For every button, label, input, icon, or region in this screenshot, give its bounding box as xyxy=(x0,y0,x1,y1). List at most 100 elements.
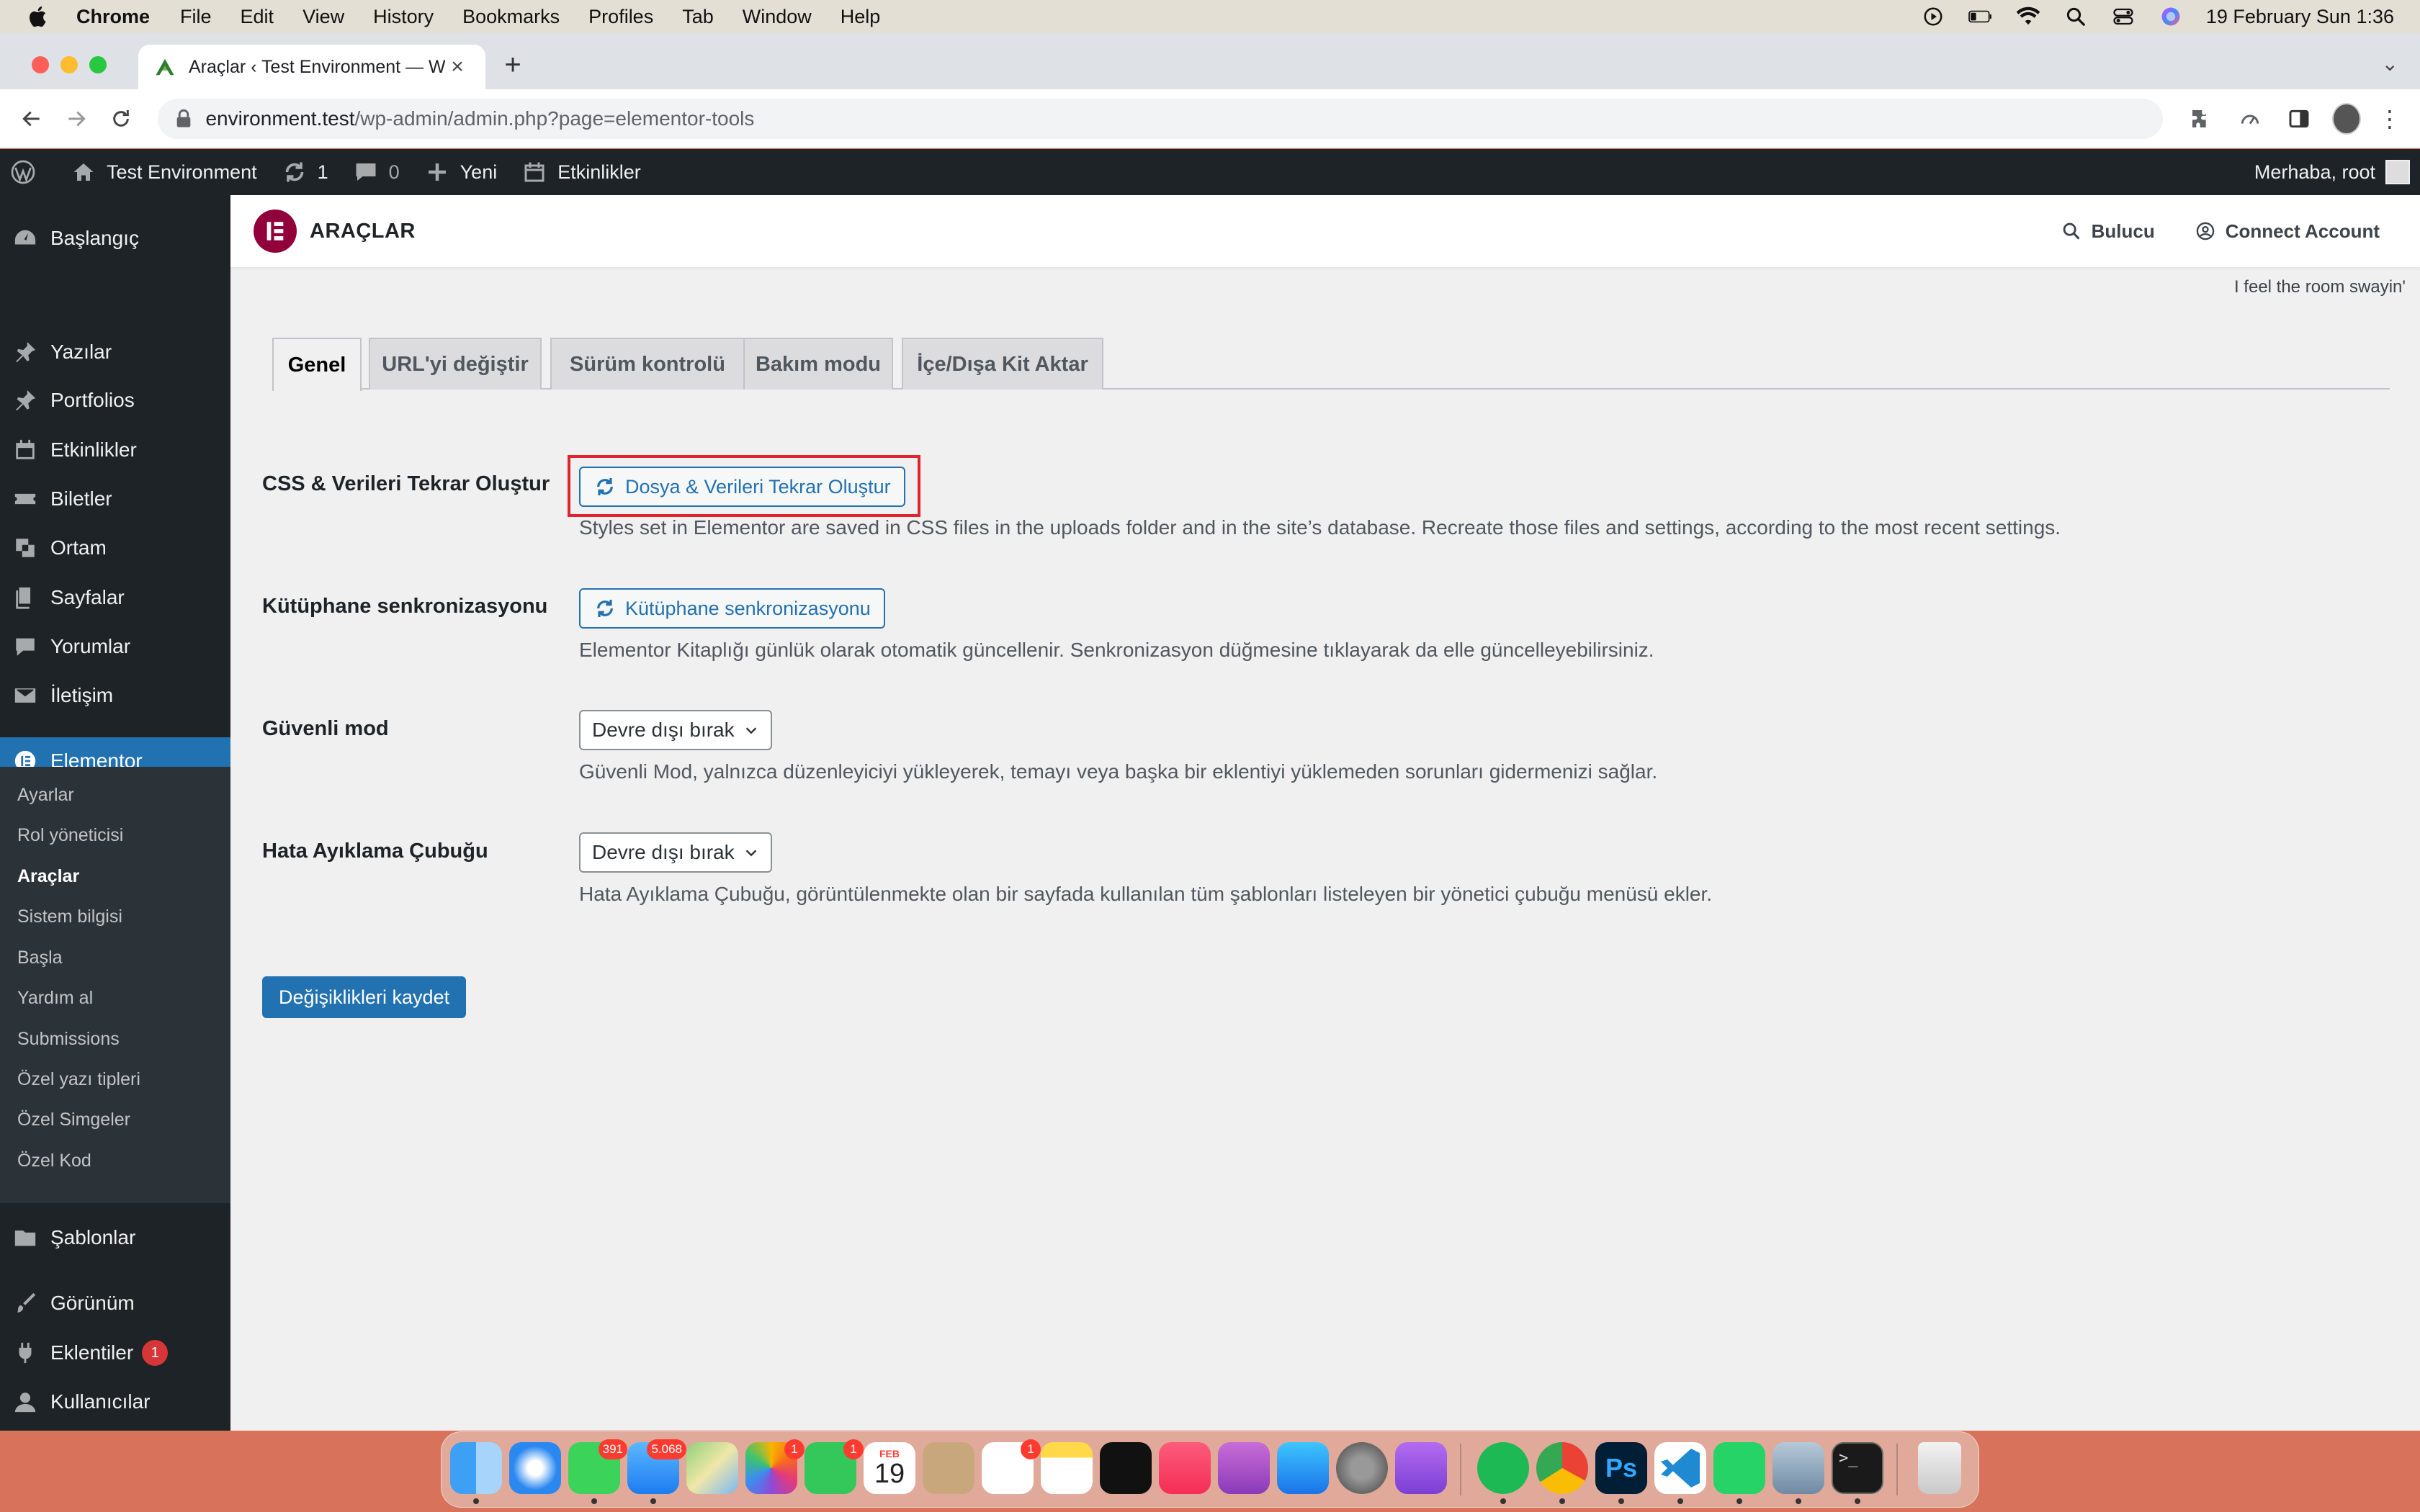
menu-view[interactable]: View xyxy=(302,6,344,28)
lock-icon[interactable] xyxy=(175,109,192,129)
menu-tab[interactable]: Tab xyxy=(682,6,714,28)
new-tab-button[interactable]: + xyxy=(498,49,527,81)
sidebar-item-comments[interactable]: Yorumlar xyxy=(0,625,230,668)
app-store-app-icon[interactable] xyxy=(1277,1442,1329,1494)
tab-search-chevron-icon[interactable]: ⌄ xyxy=(2382,52,2398,76)
browser-tab-active[interactable]: Araçlar ‹ Test Environment — W × xyxy=(138,45,485,89)
comments-menu[interactable]: 0 xyxy=(353,159,400,185)
submenu-custom-code[interactable]: Özel Kod xyxy=(17,1151,91,1171)
connect-account-button[interactable]: Connect Account xyxy=(2195,220,2380,243)
save-changes-button[interactable]: Değişiklikleri kaydet xyxy=(262,976,467,1018)
contacts-app-icon[interactable] xyxy=(923,1442,974,1494)
feedback-assistant-app-icon[interactable] xyxy=(1395,1442,1447,1494)
sidebar-item-posts[interactable]: Yazılar xyxy=(0,330,230,374)
music-app-icon[interactable] xyxy=(1159,1442,1211,1494)
submenu-custom-icons[interactable]: Özel Simgeler xyxy=(17,1110,130,1130)
submenu-getting-started[interactable]: Başla xyxy=(17,948,63,968)
sidebar-item-plugins[interactable]: Eklentiler 1 xyxy=(0,1331,230,1374)
sidebar-item-tickets[interactable]: Biletler xyxy=(0,477,230,521)
spotlight-search-icon[interactable] xyxy=(2063,6,2088,27)
spotify-app-icon[interactable] xyxy=(1477,1442,1529,1494)
forward-button[interactable] xyxy=(63,104,89,133)
podcasts-app-icon[interactable] xyxy=(1218,1442,1270,1494)
submenu-system-info[interactable]: Sistem bilgisi xyxy=(17,906,122,927)
submenu-role-manager[interactable]: Rol yöneticisi xyxy=(17,825,123,846)
system-preferences-app-icon[interactable] xyxy=(1336,1442,1388,1494)
submenu-custom-fonts[interactable]: Özel yazı tipleri xyxy=(17,1069,140,1090)
menu-window[interactable]: Window xyxy=(743,6,812,28)
reload-button[interactable] xyxy=(108,104,134,133)
my-account-menu[interactable]: Merhaba, root xyxy=(2254,160,2410,184)
updates-menu[interactable]: 1 xyxy=(282,159,328,185)
tab-general[interactable]: Genel xyxy=(272,338,362,391)
notes-app-icon[interactable] xyxy=(1041,1442,1093,1494)
submenu-submissions[interactable]: Submissions xyxy=(17,1029,120,1050)
sidebar-item-events[interactable]: Etkinlikler xyxy=(0,428,230,472)
siri-icon[interactable] xyxy=(2159,6,2183,27)
apple-tv-app-icon[interactable] xyxy=(1100,1442,1152,1494)
side-panel-button[interactable] xyxy=(2287,106,2311,132)
tab-import-export-kit[interactable]: İçe/Dışa Kit Aktar xyxy=(902,338,1103,390)
menu-edit[interactable]: Edit xyxy=(241,6,274,28)
menu-file[interactable]: File xyxy=(180,6,212,28)
submenu-settings[interactable]: Ayarlar xyxy=(17,785,74,806)
sidebar-item-contact[interactable]: İletişim xyxy=(0,674,230,717)
regenerate-files-button[interactable]: Dosya & Verileri Tekrar Oluştur xyxy=(579,467,905,507)
finder-button[interactable]: Bulucu xyxy=(2061,220,2155,243)
tab-close-icon[interactable]: × xyxy=(445,55,470,79)
preview-app-icon[interactable] xyxy=(1773,1442,1824,1494)
tab-version-control[interactable]: Sürüm kontrolü xyxy=(550,338,745,390)
back-button[interactable] xyxy=(19,104,45,133)
terminal-app-icon[interactable]: >_ xyxy=(1832,1442,1883,1494)
events-menu[interactable]: Etkinlikler xyxy=(521,159,641,185)
site-name-menu[interactable]: Test Environment xyxy=(71,159,257,185)
menu-app-name[interactable]: Chrome xyxy=(76,6,150,28)
apple-icon[interactable] xyxy=(26,4,48,29)
reminders-app-icon[interactable]: 1 xyxy=(982,1439,1041,1494)
menu-history[interactable]: History xyxy=(373,6,434,28)
whatsapp-app-icon[interactable] xyxy=(1713,1442,1765,1494)
tab-maintenance-mode[interactable]: Bakım modu xyxy=(743,338,893,390)
play-circle-icon[interactable] xyxy=(1921,6,1945,27)
sidebar-item-appearance[interactable]: Görünüm xyxy=(0,1282,230,1325)
library-sync-button[interactable]: Kütüphane senkronizasyonu xyxy=(579,588,885,629)
vscode-app-icon[interactable] xyxy=(1654,1442,1706,1494)
sidebar-item-dashboard[interactable]: Başlangıç xyxy=(0,217,230,260)
menu-bookmarks[interactable]: Bookmarks xyxy=(462,6,560,28)
debug-bar-select[interactable]: Devre dışı bırak xyxy=(579,832,772,873)
mail-app-icon[interactable]: 5.068 xyxy=(627,1439,686,1494)
photos-app-icon[interactable]: 1 xyxy=(745,1439,805,1494)
submenu-tools[interactable]: Araçlar xyxy=(17,866,79,887)
extensions-button[interactable] xyxy=(2189,106,2212,132)
battery-icon[interactable] xyxy=(1968,6,1993,27)
trash-app-icon[interactable] xyxy=(1918,1442,1961,1494)
new-content-menu[interactable]: Yeni xyxy=(424,159,497,185)
tab-replace-url[interactable]: URL'yi değiştir xyxy=(369,338,542,390)
wp-logo-menu[interactable] xyxy=(10,159,46,185)
sidebar-item-templates[interactable]: Şablonlar xyxy=(0,1216,230,1259)
address-bar[interactable]: environment.test/wp-admin/admin.php?page… xyxy=(158,98,2164,139)
menu-profiles[interactable]: Profiles xyxy=(588,6,653,28)
profile-avatar[interactable] xyxy=(2332,102,2362,135)
sidebar-item-pages[interactable]: Sayfalar xyxy=(0,576,230,619)
finder-app-icon[interactable] xyxy=(450,1442,502,1494)
facetime-app-icon[interactable]: 1 xyxy=(805,1439,864,1494)
messages-app-icon[interactable]: 391 xyxy=(568,1439,627,1494)
sidebar-item-portfolios[interactable]: Portfolios xyxy=(0,379,230,422)
window-close-button[interactable] xyxy=(32,56,49,73)
calendar-app-icon[interactable]: FEB 19 xyxy=(864,1442,915,1494)
safe-mode-select[interactable]: Devre dışı bırak xyxy=(579,710,772,750)
sidebar-item-users[interactable]: Kullanıcılar xyxy=(0,1380,230,1423)
menu-help[interactable]: Help xyxy=(841,6,881,28)
wifi-icon[interactable] xyxy=(2016,6,2040,27)
window-minimize-button[interactable] xyxy=(60,56,78,73)
window-zoom-button[interactable] xyxy=(89,56,107,73)
sidebar-item-media[interactable]: Ortam xyxy=(0,526,230,570)
safari-app-icon[interactable] xyxy=(509,1442,561,1494)
chrome-app-icon[interactable] xyxy=(1536,1442,1588,1494)
submenu-get-help[interactable]: Yardım al xyxy=(17,988,93,1009)
control-center-icon[interactable] xyxy=(2111,6,2136,27)
menubar-clock[interactable]: 19 February Sun 1:36 xyxy=(2206,6,2394,28)
chrome-menu-icon[interactable]: ⋮ xyxy=(2378,105,2401,132)
photoshop-app-icon[interactable]: Ps xyxy=(1595,1442,1647,1494)
